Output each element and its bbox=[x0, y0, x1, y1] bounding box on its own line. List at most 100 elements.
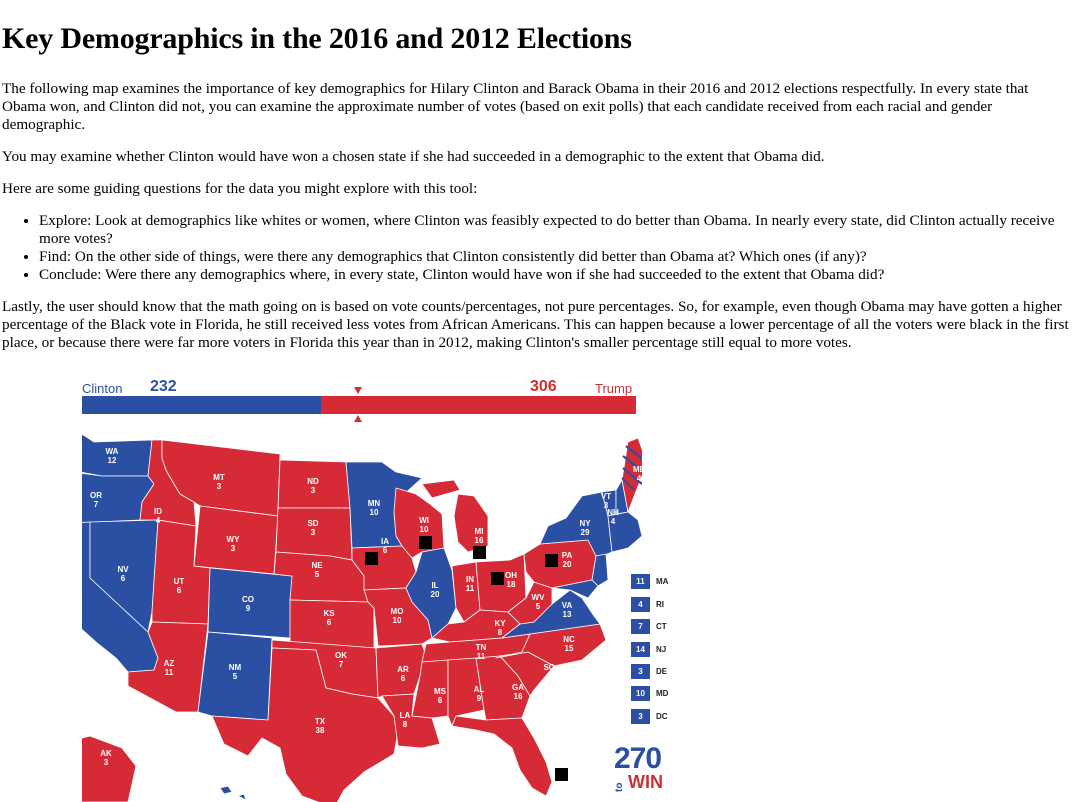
small-state-ev-dc[interactable]: 3 bbox=[631, 709, 650, 724]
guiding-questions-list: Explore: Look at demographics like white… bbox=[2, 212, 1075, 284]
us-electoral-map: WA12OR7CA55NV6ID4MT3WY3UT6AZ11CO9NM5ND3S… bbox=[82, 433, 642, 802]
state-label-in: IN bbox=[466, 575, 474, 584]
state-ev-mn: 10 bbox=[370, 508, 379, 517]
state-label-mn: MN bbox=[368, 499, 381, 508]
state-label-va: VA bbox=[562, 601, 573, 610]
state-label-ks: KS bbox=[323, 609, 335, 618]
guiding-questions-intro: Here are some guiding questions for the … bbox=[2, 180, 478, 197]
state-ev-az: 11 bbox=[165, 668, 174, 677]
state-label-ok: OK bbox=[335, 651, 347, 660]
state-ev-me: 4 bbox=[637, 474, 642, 483]
small-state-ev-nj[interactable]: 14 bbox=[631, 642, 650, 657]
small-state-ev-md[interactable]: 10 bbox=[631, 686, 650, 701]
question-find: Find: On the other side of things, were … bbox=[39, 248, 1075, 266]
state-label-nh: NH bbox=[607, 508, 619, 517]
state-label-sc: SC bbox=[543, 663, 554, 672]
small-state-name-md: MD bbox=[656, 689, 669, 698]
state-ev-sc: 9 bbox=[547, 672, 552, 681]
state-label-az: AZ bbox=[164, 659, 175, 668]
state-label-mt: MT bbox=[213, 473, 225, 482]
state-label-tx: TX bbox=[315, 717, 326, 726]
flipped-state-marker-ia[interactable] bbox=[365, 552, 378, 565]
state-label-tn: TN bbox=[476, 643, 487, 652]
state-ev-mi: 16 bbox=[475, 536, 484, 545]
state-ev-ms: 6 bbox=[438, 696, 443, 705]
state-label-or: OR bbox=[90, 491, 102, 500]
flipped-state-marker-fl[interactable] bbox=[555, 768, 568, 781]
state-label-ms: MS bbox=[434, 687, 447, 696]
state-label-co: CO bbox=[242, 595, 254, 604]
page-title: Key Demographics in the 2016 and 2012 El… bbox=[2, 22, 632, 55]
state-ev-nc: 15 bbox=[565, 644, 574, 653]
state-label-sd: SD bbox=[307, 519, 318, 528]
logo-to: to bbox=[614, 782, 625, 792]
state-ks[interactable] bbox=[289, 599, 375, 649]
small-state-name-dc: DC bbox=[656, 712, 668, 721]
flipped-state-marker-wi[interactable] bbox=[419, 536, 432, 549]
state-label-wa: WA bbox=[106, 447, 119, 456]
state-ev-nm: 5 bbox=[233, 672, 238, 681]
state-ev-pa: 20 bbox=[563, 560, 572, 569]
small-state-name-ct: CT bbox=[656, 622, 667, 631]
state-ev-mt: 3 bbox=[217, 482, 222, 491]
state-ev-nd: 3 bbox=[311, 486, 316, 495]
state-label-oh: OH bbox=[505, 571, 517, 580]
state-ev-wv: 5 bbox=[536, 602, 541, 611]
state-pa[interactable] bbox=[523, 539, 597, 589]
state-ev-nv: 6 bbox=[121, 574, 126, 583]
state-ev-or: 7 bbox=[94, 500, 99, 509]
state-ev-la: 8 bbox=[403, 720, 408, 729]
question-explore: Explore: Look at demographics like white… bbox=[39, 212, 1075, 248]
small-state-name-ri: RI bbox=[656, 600, 664, 609]
electoral-map-widget: Clinton 232 306 Trump WA 12 OR 7 NV 6 ID… bbox=[82, 376, 668, 802]
state-hi[interactable] bbox=[219, 785, 247, 801]
state-ev-wi: 10 bbox=[420, 525, 429, 534]
state-label-pa: PA bbox=[562, 551, 573, 560]
state-label-vt: VT bbox=[601, 492, 611, 501]
small-state-name-de: DE bbox=[656, 667, 668, 676]
state-ev-in: 11 bbox=[466, 584, 475, 593]
state-label-nc: NC bbox=[563, 635, 575, 644]
state-label-id: ID bbox=[154, 507, 162, 516]
state-ev-ok: 7 bbox=[339, 660, 344, 669]
small-state-ev-ct[interactable]: 7 bbox=[631, 619, 650, 634]
state-label-wy: WY bbox=[227, 535, 241, 544]
state-label-nm: NM bbox=[229, 663, 242, 672]
state-ev-tx: 38 bbox=[316, 726, 325, 735]
state-ev-ak: 3 bbox=[104, 758, 109, 767]
state-ev-mo: 10 bbox=[393, 616, 402, 625]
state-ev-tn: 11 bbox=[477, 652, 486, 661]
state-label-ne: NE bbox=[311, 561, 323, 570]
state-ev-wy: 3 bbox=[231, 544, 236, 553]
state-label-ia: IA bbox=[381, 537, 389, 546]
state-label-mi: MI bbox=[475, 527, 484, 536]
state-ak[interactable] bbox=[82, 735, 137, 802]
state-label-ar: AR bbox=[397, 665, 409, 674]
small-state-ev-de[interactable]: 3 bbox=[631, 664, 650, 679]
logo-number: 270 bbox=[614, 742, 662, 775]
state-label-ut: UT bbox=[174, 577, 185, 586]
state-label-mo: MO bbox=[391, 607, 404, 616]
state-ev-sd: 3 bbox=[311, 528, 316, 537]
state-label-al: AL bbox=[474, 685, 485, 694]
state-ev-ut: 6 bbox=[177, 586, 182, 595]
state-fl[interactable] bbox=[451, 715, 553, 797]
state-ev-ny: 29 bbox=[581, 528, 590, 537]
state-label-nv: NV bbox=[117, 565, 129, 574]
methodology-paragraph: Lastly, the user should know that the ma… bbox=[2, 298, 1069, 351]
small-state-ev-ri[interactable]: 4 bbox=[631, 597, 650, 612]
small-state-ev-ma[interactable]: 11 bbox=[631, 574, 650, 589]
state-ev-co: 9 bbox=[246, 604, 251, 613]
state-ev-ar: 6 bbox=[401, 674, 406, 683]
state-ev-wa: 12 bbox=[108, 456, 117, 465]
state-ev-fl: 29 bbox=[548, 752, 557, 761]
state-label-ky: KY bbox=[494, 619, 506, 628]
state-ev-id: 4 bbox=[156, 516, 161, 525]
state-ev-ga: 16 bbox=[514, 692, 523, 701]
state-label-me: ME bbox=[633, 465, 642, 474]
state-label-fl: FL bbox=[547, 743, 557, 752]
flipped-state-marker-oh[interactable] bbox=[491, 572, 504, 585]
flipped-state-marker-mi[interactable] bbox=[473, 546, 486, 559]
flipped-state-marker-pa[interactable] bbox=[545, 554, 558, 567]
state-label-ny: NY bbox=[579, 519, 591, 528]
